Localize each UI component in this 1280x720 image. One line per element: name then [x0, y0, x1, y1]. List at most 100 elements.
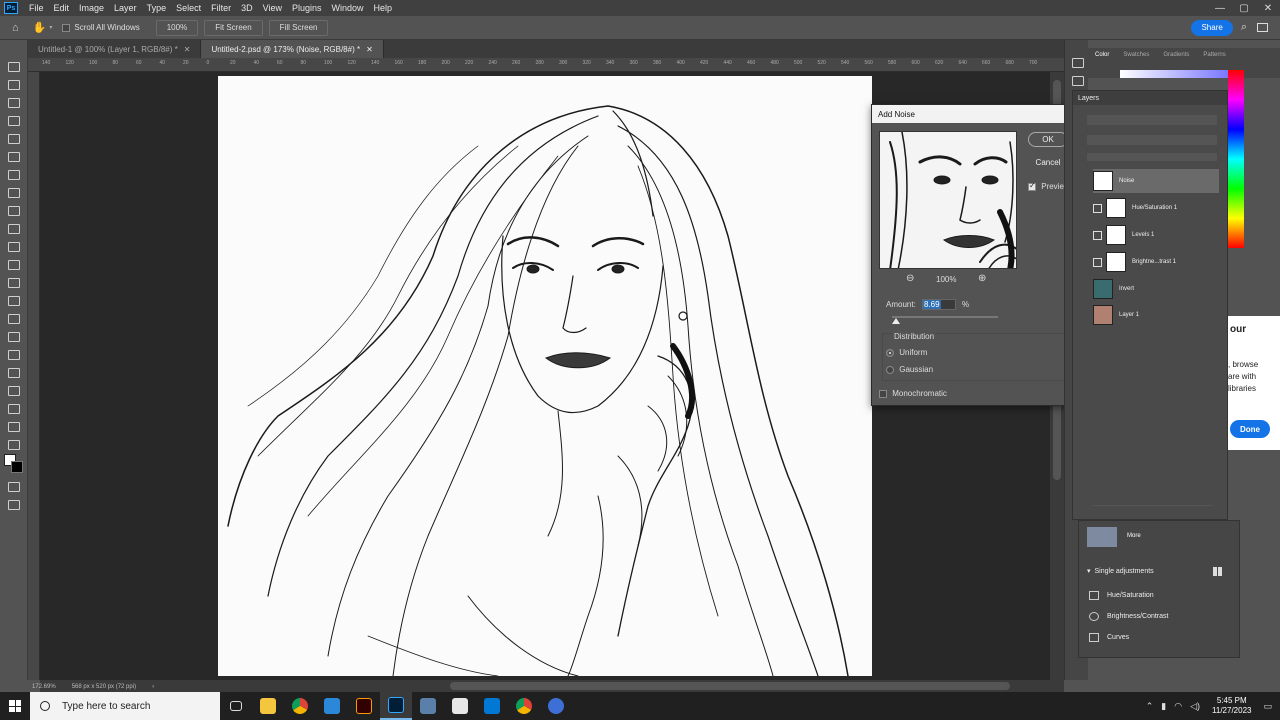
chevron-down-icon[interactable]: ▾ [49, 24, 52, 31]
home-icon[interactable]: ⌂ [12, 22, 19, 34]
tab-color[interactable]: Color [1088, 52, 1116, 58]
photoshop-taskbar-icon[interactable] [380, 692, 412, 720]
layer-filter-bar[interactable] [1087, 115, 1217, 125]
layers-footer-icons[interactable] [1093, 505, 1213, 515]
file-explorer-icon[interactable] [252, 692, 284, 720]
chevron-up-icon[interactable]: ⌃ [1146, 701, 1154, 712]
calculator-icon[interactable] [412, 692, 444, 720]
move-tool-icon[interactable] [6, 60, 20, 72]
layer-row-brightness-contrast[interactable]: Brightne...trast 1 [1093, 250, 1219, 274]
tab-untitled-2[interactable]: Untitled-2.psd @ 173% (Noise, RGB/8#) * … [201, 40, 384, 58]
color-field[interactable] [1120, 70, 1228, 78]
close-icon[interactable]: ✕ [184, 45, 191, 54]
gaussian-option[interactable]: Gaussian [886, 365, 933, 374]
task-view-icon[interactable] [220, 692, 252, 720]
preview-checkbox[interactable] [1028, 181, 1036, 191]
amount-slider-thumb[interactable] [892, 318, 900, 324]
quick-mask-icon[interactable] [6, 480, 20, 492]
brush-tool-icon[interactable] [6, 204, 20, 216]
grid-view-icon[interactable] [1213, 567, 1222, 576]
history-brush-tool-icon[interactable] [6, 240, 20, 252]
zoom-out-icon[interactable]: ⊖ [906, 273, 914, 284]
chevron-right-icon[interactable]: › [152, 684, 154, 690]
rectangle-tool-icon[interactable] [6, 384, 20, 396]
filter-preview[interactable] [879, 131, 1017, 269]
properties-panel-icon[interactable] [1070, 74, 1084, 86]
eraser-tool-icon[interactable] [6, 258, 20, 270]
gaussian-radio[interactable] [886, 365, 894, 374]
document-canvas[interactable] [218, 76, 872, 676]
frame-tool-icon[interactable] [6, 150, 20, 162]
layer-row-invert[interactable]: Invert [1093, 277, 1219, 301]
menu-3d[interactable]: 3D [236, 3, 258, 13]
start-button[interactable] [0, 692, 30, 720]
notepad-icon[interactable] [444, 692, 476, 720]
chrome-icon[interactable] [284, 692, 316, 720]
amount-slider-track[interactable] [892, 316, 998, 318]
layers-title[interactable]: Layers [1078, 95, 1099, 102]
monochromatic-checkbox[interactable] [879, 389, 887, 398]
menu-file[interactable]: File [24, 3, 49, 13]
path-select-tool-icon[interactable] [6, 366, 20, 378]
type-tool-icon[interactable] [6, 348, 20, 360]
search-icon[interactable]: ⌕ [1241, 21, 1247, 34]
healing-brush-tool-icon[interactable] [6, 186, 20, 198]
hue-spectrum[interactable] [1228, 70, 1244, 248]
marquee-tool-icon[interactable] [6, 78, 20, 90]
background-color-swatch[interactable] [11, 461, 23, 473]
amount-input[interactable]: 8.69 [922, 299, 956, 310]
menu-type[interactable]: Type [142, 3, 172, 13]
zoom-in-icon[interactable]: ⊕ [978, 273, 986, 284]
menu-help[interactable]: Help [369, 3, 398, 13]
more-presets[interactable]: More [1127, 533, 1141, 539]
gradient-tool-icon[interactable] [6, 276, 20, 288]
menu-view[interactable]: View [258, 3, 287, 13]
close-icon[interactable]: ✕ [1256, 3, 1280, 14]
lock-bar[interactable] [1087, 153, 1217, 161]
share-button[interactable]: Share [1191, 19, 1233, 36]
zoom-tool-icon[interactable] [6, 420, 20, 432]
menu-plugins[interactable]: Plugins [287, 3, 327, 13]
menu-edit[interactable]: Edit [49, 3, 75, 13]
fill-screen-button[interactable]: Fill Screen [268, 19, 329, 36]
single-adjustments-header[interactable]: ▾ Single adjustments [1087, 567, 1154, 576]
hand-tool-panel-icon[interactable] [6, 402, 20, 414]
minimize-icon[interactable]: — [1208, 3, 1232, 14]
maximize-icon[interactable]: ▢ [1232, 3, 1256, 14]
eyedropper-tool-icon[interactable] [6, 168, 20, 180]
lasso-tool-icon[interactable] [6, 96, 20, 108]
layer-row-layer-1[interactable]: Layer 1 [1093, 303, 1219, 327]
scroll-thumb[interactable] [450, 682, 1010, 690]
close-icon[interactable]: ✕ [366, 45, 373, 54]
taskbar-search[interactable]: Type here to search [30, 692, 220, 720]
pen-tool-icon[interactable] [6, 330, 20, 342]
menu-layer[interactable]: Layer [109, 3, 142, 13]
screen-mode-icon[interactable] [6, 498, 20, 510]
cancel-button[interactable]: Cancel [1028, 155, 1068, 170]
menu-select[interactable]: Select [171, 3, 206, 13]
done-button[interactable]: Done [1230, 420, 1270, 438]
menu-image[interactable]: Image [74, 3, 109, 13]
history-panel-icon[interactable] [1070, 56, 1084, 68]
chrome-profile-icon[interactable] [508, 692, 540, 720]
dodge-tool-icon[interactable] [6, 312, 20, 324]
workspace-icon[interactable] [1257, 23, 1268, 32]
menu-window[interactable]: Window [327, 3, 369, 13]
hand-tool-icon[interactable]: ✋ [33, 21, 47, 34]
volume-icon[interactable]: ◁) [1190, 701, 1200, 712]
status-zoom[interactable]: 172.69% [32, 684, 56, 690]
battery-icon[interactable]: ▮ [1161, 701, 1166, 712]
crop-tool-icon[interactable] [6, 132, 20, 144]
adjustment-curves[interactable]: Curves [1089, 633, 1129, 642]
clone-stamp-tool-icon[interactable] [6, 222, 20, 234]
taskbar-clock[interactable]: 5:45 PM 11/27/2023 [1212, 696, 1251, 716]
blur-tool-icon[interactable] [6, 294, 20, 306]
layer-row-hue-saturation[interactable]: Hue/Saturation 1 [1093, 196, 1219, 220]
tab-gradients[interactable]: Gradients [1156, 52, 1196, 58]
tab-swatches[interactable]: Swatches [1116, 52, 1156, 58]
uniform-option[interactable]: Uniform [886, 348, 927, 357]
menu-filter[interactable]: Filter [206, 3, 236, 13]
ok-button[interactable]: OK [1028, 132, 1068, 147]
scroll-all-checkbox[interactable] [62, 23, 71, 32]
layer-row-levels[interactable]: Levels 1 [1093, 223, 1219, 247]
